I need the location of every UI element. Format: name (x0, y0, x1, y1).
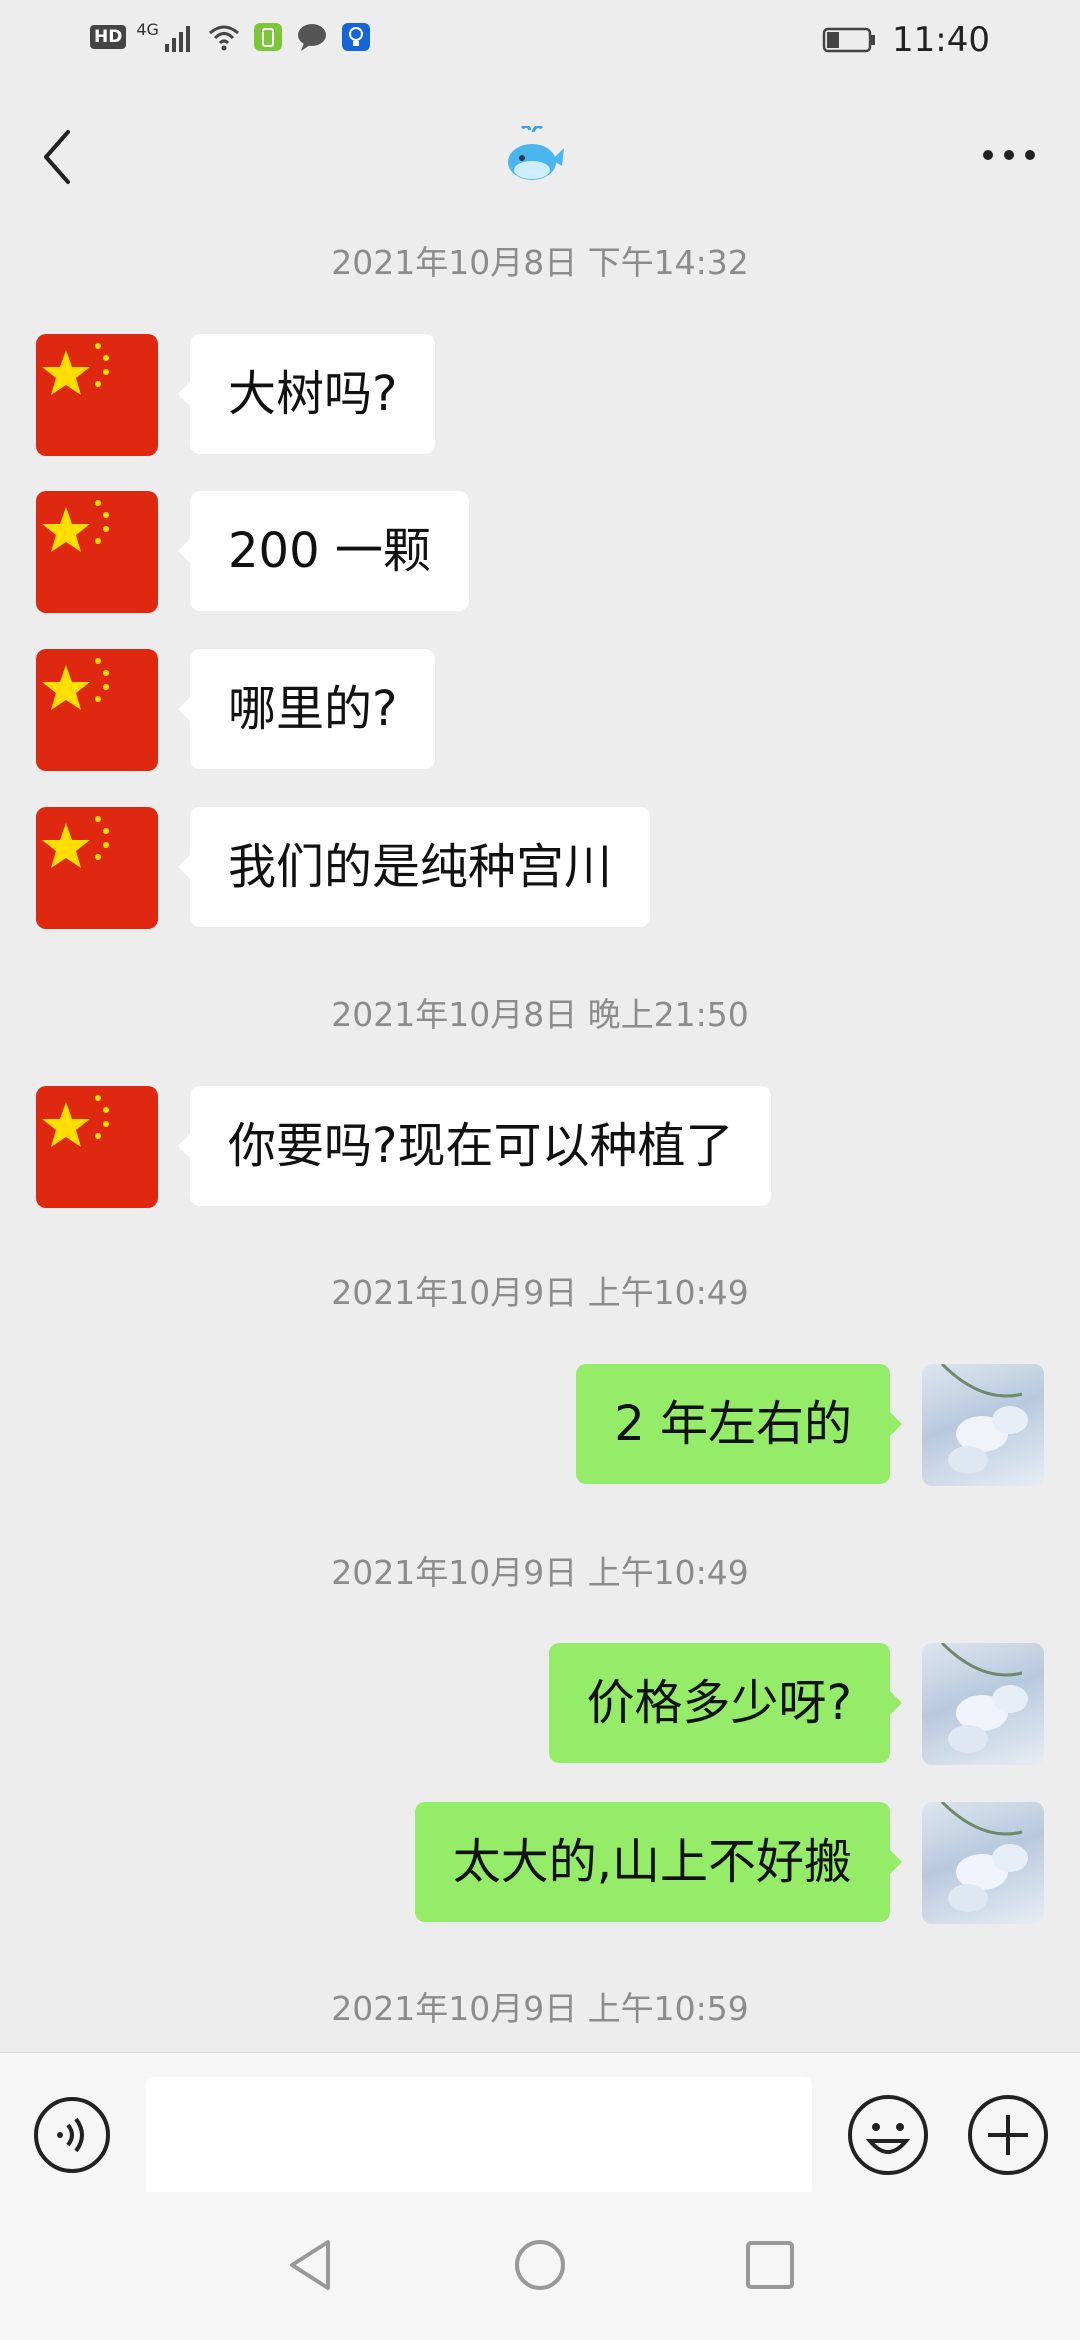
chat-header (0, 84, 1080, 232)
flower-photo-avatar[interactable] (922, 1802, 1044, 1924)
message-input[interactable] (146, 2077, 812, 2197)
wifi-icon (208, 25, 239, 51)
message-bubble[interactable]: 哪里的? (177, 649, 436, 769)
message-bubble[interactable]: 大树吗? (177, 334, 436, 454)
message-bubble[interactable]: 200 一颗 (178, 491, 469, 611)
more-dots-icon[interactable] (974, 130, 1044, 180)
emoji-icon[interactable] (846, 2093, 930, 2177)
timestamp: 2021年10月9日 上午10:49 (331, 1553, 749, 1592)
message-bubble[interactable]: 我们的是纯种宫川 (177, 807, 651, 927)
whale-icon (508, 126, 564, 180)
plus-icon[interactable] (966, 2093, 1050, 2177)
lightbulb-app-icon (341, 23, 370, 51)
network-label: 4G (136, 20, 159, 39)
signal-icon (164, 26, 190, 52)
message-bubble[interactable]: 你要吗?现在可以种植了 (177, 1086, 772, 1206)
battery-app-icon (253, 23, 282, 51)
china-flag-avatar[interactable] (36, 1086, 158, 1208)
flower-photo-avatar[interactable] (922, 1364, 1044, 1486)
china-flag-avatar[interactable] (36, 807, 158, 929)
status-bar: HD 4G 11:40 (0, 0, 1080, 84)
timestamp: 2021年10月8日 下午14:32 (331, 243, 749, 282)
flower-photo-avatar[interactable] (922, 1643, 1044, 1765)
china-flag-avatar[interactable] (36, 491, 158, 613)
status-icons-right: 11:40 (822, 20, 990, 60)
status-icons-left: HD 4G (90, 20, 373, 54)
china-flag-avatar[interactable] (36, 334, 158, 456)
message-bubble[interactable]: 太大的,山上不好搬 (414, 1802, 903, 1922)
status-time: 11:40 (892, 20, 990, 60)
nav-back-icon[interactable] (282, 2234, 338, 2296)
chevron-left-icon[interactable] (36, 122, 76, 192)
nav-recent-icon[interactable] (742, 2234, 798, 2296)
input-bar (0, 2052, 1080, 2197)
message-bubble[interactable]: 2 年左右的 (576, 1364, 902, 1484)
china-flag-avatar[interactable] (36, 649, 158, 771)
timestamp: 2021年10月9日 上午10:49 (331, 1273, 749, 1312)
timestamp: 2021年10月8日 晚上21:50 (331, 995, 749, 1034)
message-bubble-icon (297, 24, 326, 51)
voice-icon[interactable] (32, 2095, 112, 2175)
timestamp: 2021年10月9日 上午10:59 (331, 1989, 749, 2028)
battery-icon (822, 27, 876, 53)
system-nav-bar (0, 2192, 1080, 2340)
hd-icon: HD (90, 25, 127, 49)
message-bubble[interactable]: 价格多少呀? (548, 1643, 903, 1763)
nav-home-icon[interactable] (512, 2234, 568, 2296)
